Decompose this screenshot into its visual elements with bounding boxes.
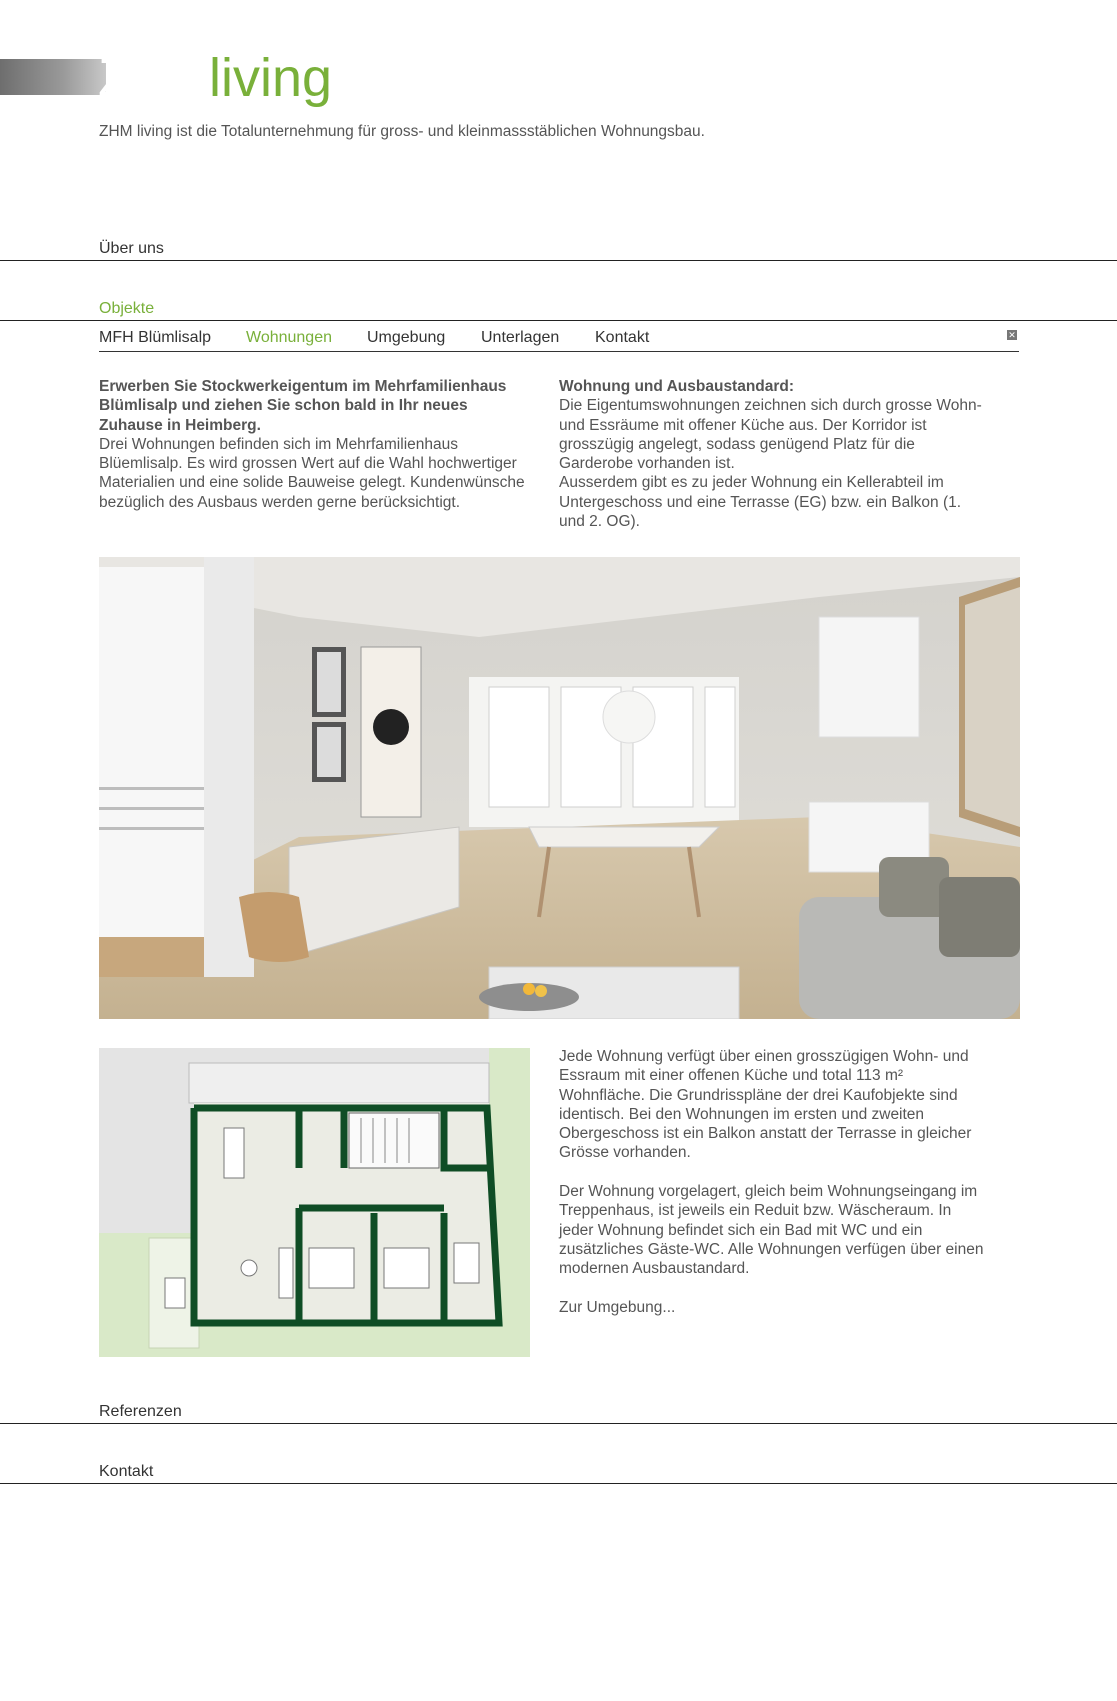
logo[interactable]: ZHMliving xyxy=(98,50,332,106)
interior-photo xyxy=(99,557,1020,1019)
divider xyxy=(0,320,1117,321)
subnav-mfh-bluemlisalp[interactable]: MFH Blümlisalp xyxy=(99,329,211,347)
divider xyxy=(0,260,1117,261)
subnav-kontakt[interactable]: Kontakt xyxy=(595,329,649,347)
subnav: MFH Blümlisalp Wohnungen Umgebung Unterl… xyxy=(99,329,1019,352)
details-p2: Der Wohnung vorgelagert, gleich beim Woh… xyxy=(559,1183,984,1278)
logo-bar xyxy=(0,59,106,95)
intro-heading: Erwerben Sie Stockwerkeigentum im Mehrfa… xyxy=(99,378,507,434)
divider xyxy=(0,1423,1117,1424)
details-p1: Jede Wohnung verfügt über einen grosszüg… xyxy=(559,1048,972,1162)
nav-objekte[interactable]: Objekte xyxy=(99,300,154,318)
logo-zhm: ZHM xyxy=(98,48,211,108)
intro-body: Drei Wohnungen befinden sich im Mehrfami… xyxy=(99,435,525,511)
details-text: Jede Wohnung verfügt über einen grosszüg… xyxy=(559,1047,989,1317)
ausbau-heading: Wohnung und Ausbaustandard: xyxy=(559,378,795,395)
nav-ueber-uns[interactable]: Über uns xyxy=(99,240,164,258)
divider xyxy=(0,1483,1117,1484)
ausbau-p2: Ausserdem gibt es zu jeder Wohnung ein K… xyxy=(559,474,962,531)
floor-plan xyxy=(99,1048,530,1357)
logo-living: living xyxy=(208,48,333,108)
tagline: ZHM living ist die Totalunternehmung für… xyxy=(99,123,705,140)
nav-kontakt[interactable]: Kontakt xyxy=(99,1463,153,1481)
ausbau-text: Wohnung und Ausbaustandard: Die Eigentum… xyxy=(559,377,989,531)
nav-referenzen[interactable]: Referenzen xyxy=(99,1403,182,1421)
zur-umgebung-link[interactable]: Zur Umgebung... xyxy=(559,1299,675,1316)
intro-text: Erwerben Sie Stockwerkeigentum im Mehrfa… xyxy=(99,377,529,512)
ausbau-p1: Die Eigentumswohnungen zeichnen sich dur… xyxy=(559,397,982,473)
subnav-unterlagen[interactable]: Unterlagen xyxy=(481,329,559,347)
subnav-umgebung[interactable]: Umgebung xyxy=(367,329,445,347)
subnav-wohnungen[interactable]: Wohnungen xyxy=(246,329,332,347)
close-icon[interactable]: ✕ xyxy=(1007,330,1017,340)
